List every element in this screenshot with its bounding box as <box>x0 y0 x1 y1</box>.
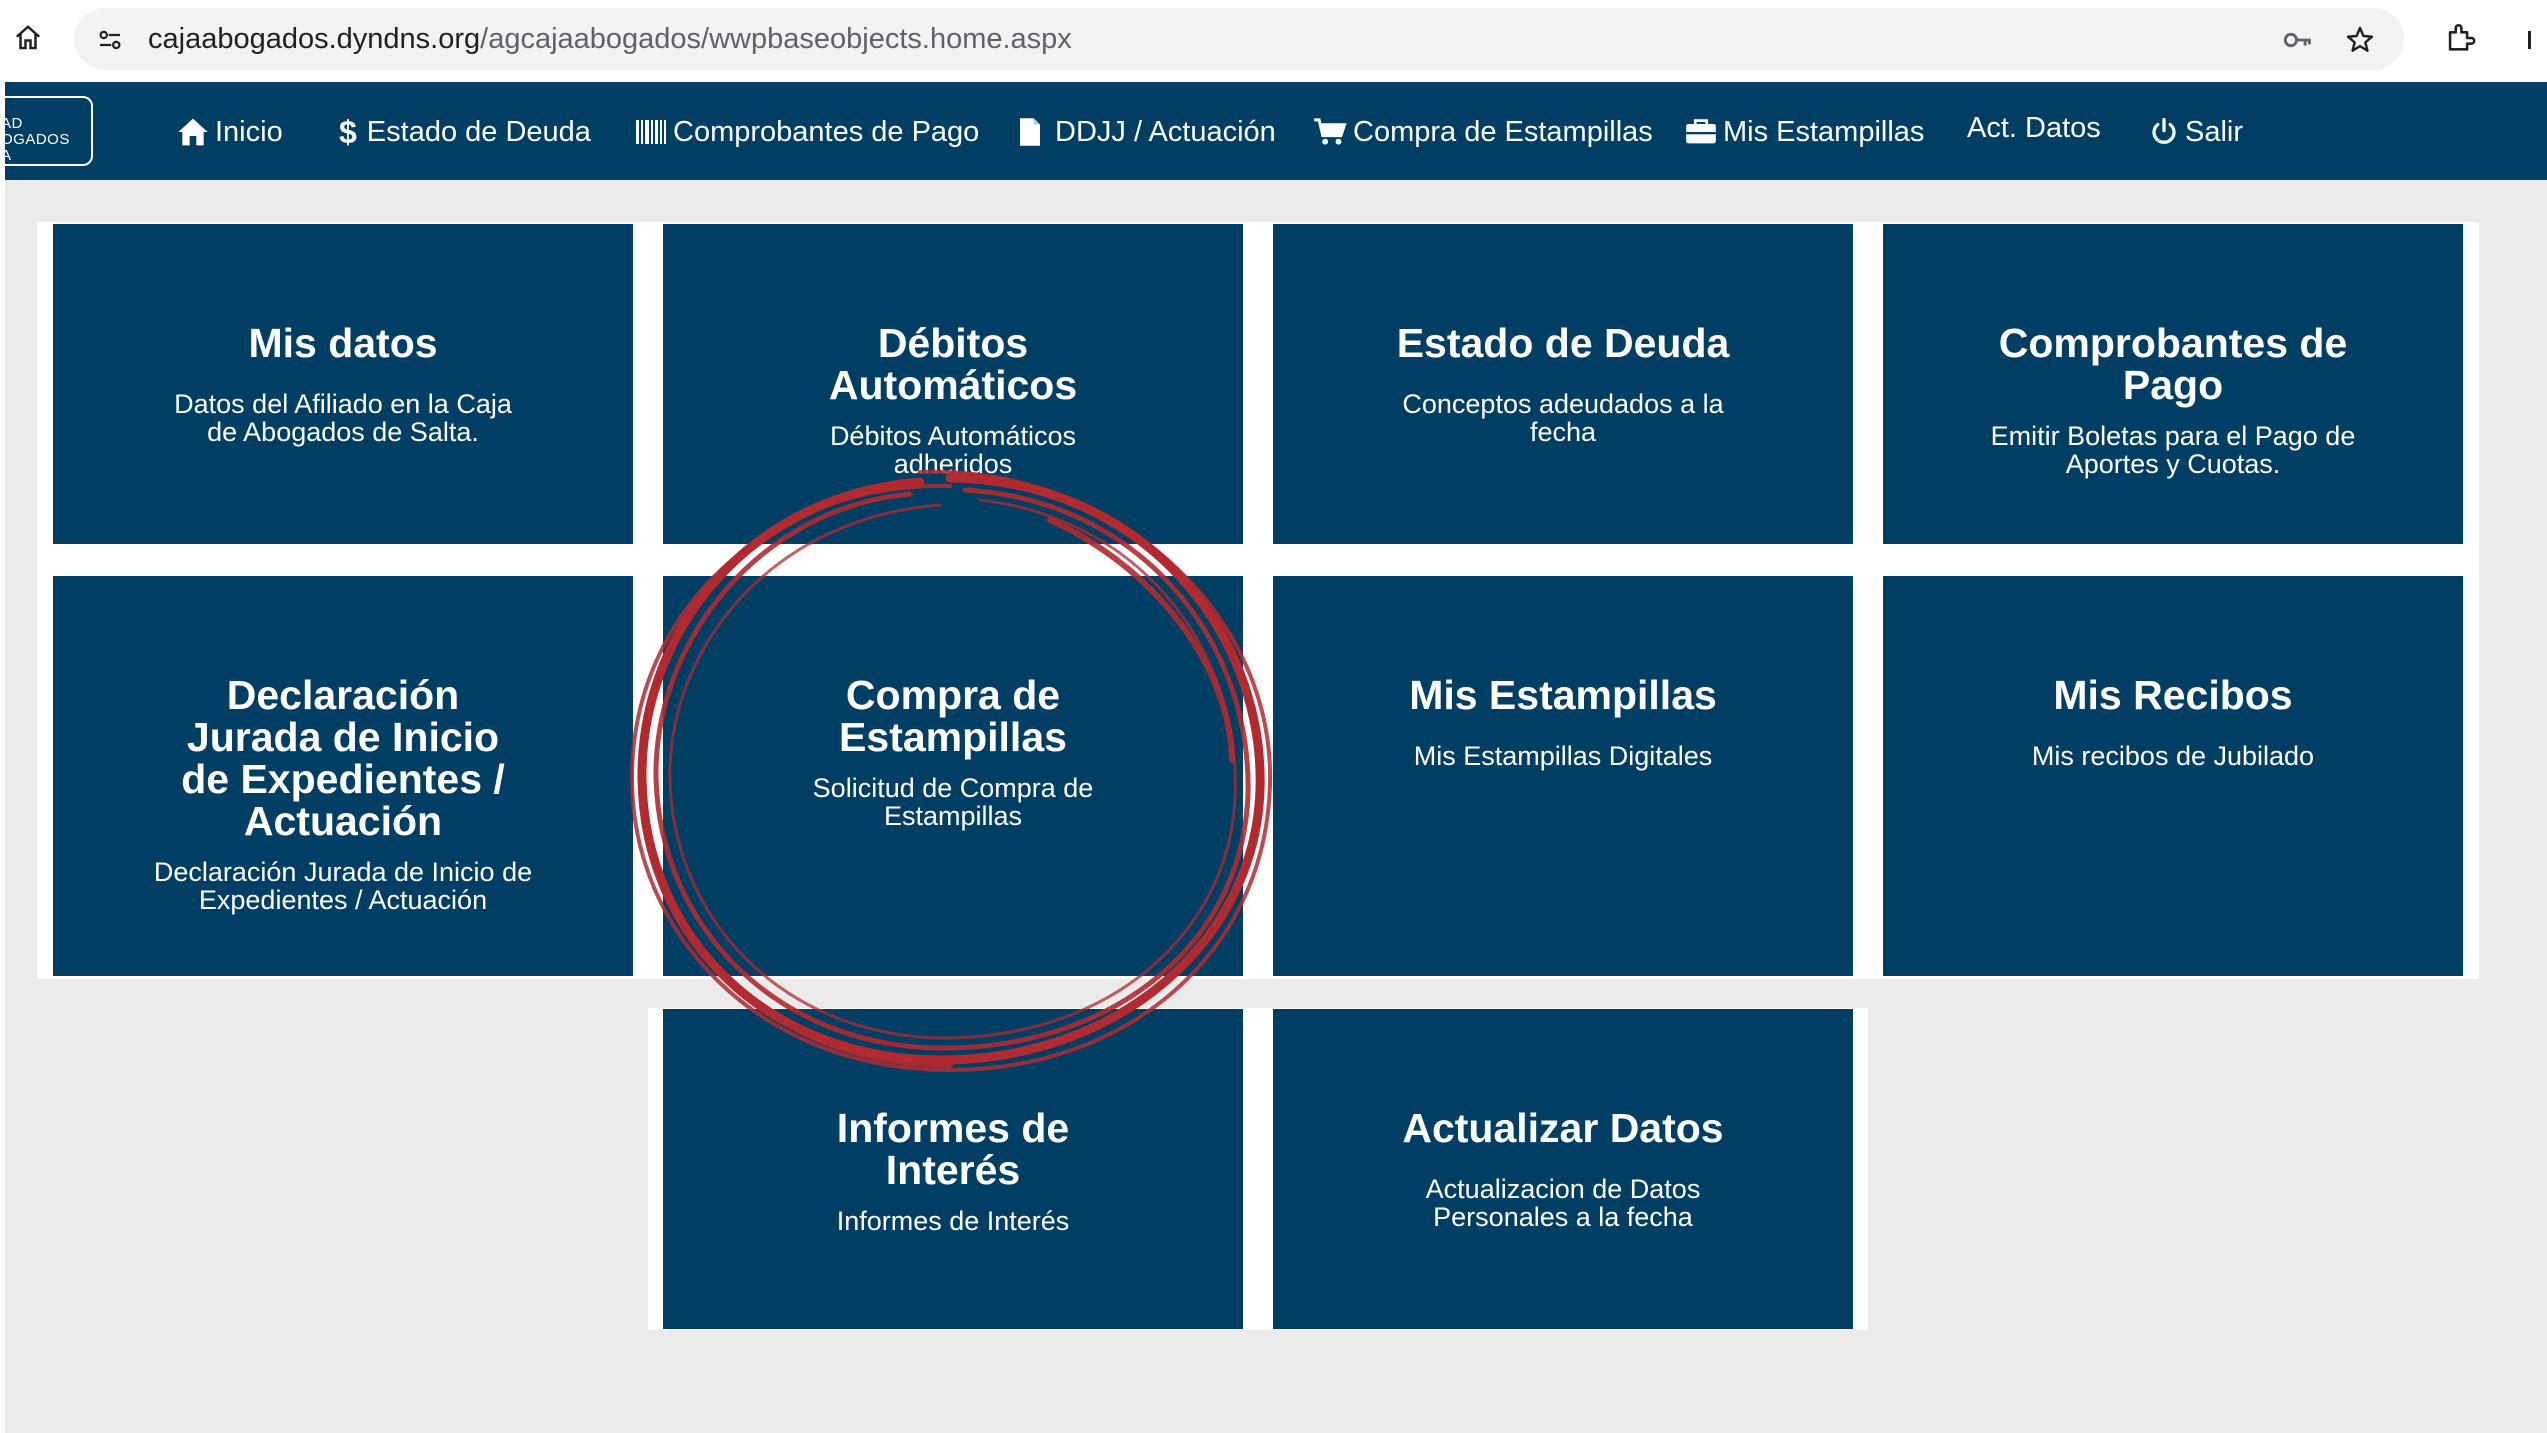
power-icon <box>2152 117 2176 144</box>
tile-desc: Informes de Interés <box>836 1206 1070 1236</box>
browser-toolbar: cajaabogados.dyndns.org/agcajaabogados/w… <box>0 0 2547 80</box>
nav-label-comprobantes-de-pago: Comprobantes de Pago <box>673 115 980 148</box>
tile-desc: Débitos Automáticos adheridos <box>829 421 1077 479</box>
cart-icon <box>1314 118 1347 145</box>
tile-desc: Declaración Jurada de Inicio de Expedien… <box>153 857 533 915</box>
briefcase-icon <box>1686 119 1716 144</box>
tile-actualizar-datos[interactable]: Actualizar Datos Actualizacion de Datos … <box>1273 1009 1853 1329</box>
tile-compra-de-estampillas[interactable]: Compra de Estampillas Solicitud de Compr… <box>663 576 1243 976</box>
password-key-icon[interactable] <box>2278 20 2318 60</box>
tile-title: Mis Recibos <box>2053 672 2293 718</box>
tile-estado-de-deuda[interactable]: Estado de Deuda Conceptos adeudados a la… <box>1273 224 1853 544</box>
nav-label-inicio: Inicio <box>215 115 283 148</box>
browser-home-icon[interactable] <box>8 18 48 58</box>
nav-label-ddjj-actuacion: DDJJ / Actuación <box>1055 115 1276 148</box>
tile-title: Informes de Interés <box>836 1105 1070 1193</box>
site-navbar: AD OGADOS A Inicio $ Estado de Deuda Com… <box>5 82 2547 180</box>
site-logo[interactable]: AD OGADOS A <box>5 96 93 166</box>
tile-title: Mis datos <box>248 320 438 366</box>
logo-text: AD OGADOS A <box>5 115 70 164</box>
url-path: /agcajaabogados/wwpbaseobjects.home.aspx <box>480 23 1072 55</box>
tile-informes-de-interes[interactable]: Informes de Interés Informes de Interés <box>663 1009 1243 1329</box>
bookmark-star-icon[interactable] <box>2340 20 2380 60</box>
tile-desc: Mis recibos de Jubilado <box>2031 741 2315 771</box>
tile-debitos-automaticos[interactable]: Débitos Automáticos Débitos Automáticos … <box>663 224 1243 544</box>
nav-item-comprobantes-de-pago[interactable]: Comprobantes de Pago <box>635 112 979 152</box>
nav-item-salir[interactable]: Salir <box>2149 112 2243 152</box>
nav-item-ddjj-actuacion[interactable]: DDJJ / Actuación <box>1017 112 1276 152</box>
tile-title: Actualizar Datos <box>1402 1105 1724 1151</box>
tile-desc: Datos del Afiliado en la Caja de Abogado… <box>174 389 512 447</box>
nav-item-act-datos[interactable]: Act. Datos <box>1967 108 2101 148</box>
tile-desc: Solicitud de Compra de Estampillas <box>812 773 1094 831</box>
tile-desc: Conceptos adeudados a la fecha <box>1402 389 1724 447</box>
tile-desc: Mis Estampillas Digitales <box>1413 741 1713 771</box>
file-icon <box>1020 118 1040 146</box>
tile-title: Compra de Estampillas <box>839 672 1067 760</box>
tile-mis-estampillas[interactable]: Mis Estampillas Mis Estampillas Digitale… <box>1273 576 1853 976</box>
nav-label-salir: Salir <box>2185 115 2244 148</box>
url-host: cajaabogados.dyndns.org <box>148 23 481 55</box>
home-icon <box>178 118 208 146</box>
nav-label-compra-de-estampillas: Compra de Estampillas <box>1353 115 1653 148</box>
tile-declaracion-jurada[interactable]: Declaración Jurada de Inicio de Expedien… <box>53 576 633 976</box>
dollar-icon: $ <box>339 113 357 150</box>
tile-mis-recibos[interactable]: Mis Recibos Mis recibos de Jubilado <box>1883 576 2463 976</box>
nav-item-compra-de-estampillas[interactable]: Compra de Estampillas <box>1313 112 1653 152</box>
url-text[interactable]: cajaabogados.dyndns.org/agcajaabogados/w… <box>148 21 1072 57</box>
nav-item-estado-de-deuda[interactable]: $ Estado de Deuda <box>339 112 591 152</box>
site-info-icon[interactable] <box>90 20 130 60</box>
tile-mis-datos[interactable]: Mis datos Datos del Afiliado en la Caja … <box>53 224 633 544</box>
barcode-icon <box>636 120 666 144</box>
tile-title: Débitos Automáticos <box>828 320 1078 408</box>
tile-title: Estado de Deuda <box>1396 320 1730 366</box>
tile-title: Declaración Jurada de Inicio de Expedien… <box>181 672 505 844</box>
tile-comprobantes-de-pago[interactable]: Comprobantes de Pago Emitir Boletas para… <box>1883 224 2463 544</box>
nav-label-act-datos: Act. Datos <box>1967 111 2101 144</box>
nav-label-mis-estampillas: Mis Estampillas <box>1723 115 1925 148</box>
extensions-icon[interactable] <box>2440 18 2480 58</box>
tile-desc: Emitir Boletas para el Pago de Aportes y… <box>1990 421 2356 479</box>
nav-item-mis-estampillas[interactable]: Mis Estampillas <box>1685 112 1924 152</box>
nav-label-estado-de-deuda: Estado de Deuda <box>366 115 591 148</box>
tile-title: Mis Estampillas <box>1409 672 1717 718</box>
tile-title: Comprobantes de Pago <box>1998 320 2348 408</box>
tile-desc: Actualizacion de Datos Personales a la f… <box>1425 1174 1701 1232</box>
nav-item-inicio[interactable]: Inicio <box>177 112 283 152</box>
browser-menu-icon[interactable] <box>2520 20 2540 60</box>
